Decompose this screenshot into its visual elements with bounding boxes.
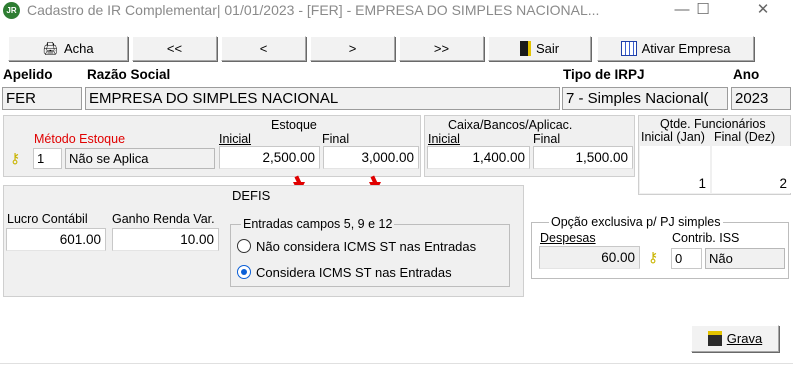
metodo-estoque-label: Método Estoque <box>34 132 126 146</box>
ganho-renda-input[interactable]: 10.00 <box>112 228 219 251</box>
ano-field[interactable]: 2023 <box>731 87 791 110</box>
caixa-title: Caixa/Bancos/Aplicac. <box>448 118 573 132</box>
contrib-iss-label: Contrib. ISS <box>672 231 740 245</box>
funcionarios-inicial-input[interactable]: 1 <box>640 146 710 193</box>
ano-label: Ano <box>733 67 760 82</box>
caixa-final-input[interactable]: 1,500.00 <box>533 146 633 169</box>
contrib-iss-desc: Não <box>705 248 785 269</box>
lookup-key-icon[interactable]: ⚷ <box>648 249 658 266</box>
estoque-final-input[interactable]: 3,000.00 <box>323 146 419 169</box>
considera-radio[interactable] <box>237 265 251 279</box>
exit-door-icon <box>519 41 531 56</box>
window-title: Cadastro de IR Complementar| 01/01/2023 … <box>27 2 600 18</box>
calendar-icon <box>620 41 637 56</box>
razao-social-label: Razão Social <box>87 67 171 82</box>
estoque-inicial-label: Inicial <box>219 132 251 146</box>
lookup-key-icon[interactable]: ⚷ <box>10 150 20 167</box>
lucro-contabil-label: Lucro Contábil <box>7 212 88 226</box>
entradas-legend: Entradas campos 5, 9 e 12 <box>241 217 395 231</box>
status-bar <box>0 363 793 371</box>
nao-considera-label[interactable]: Não considera ICMS ST nas Entradas <box>256 239 476 254</box>
caixa-inicial-label: Inicial <box>428 132 460 146</box>
metodo-estoque-code-input[interactable]: 1 <box>33 148 62 169</box>
defis-title: DEFIS <box>232 188 271 203</box>
first-record-button[interactable]: << <box>132 36 217 61</box>
caixa-inicial-input[interactable]: 1,400.00 <box>427 146 530 169</box>
printer-icon: 🖨 <box>42 40 59 56</box>
tipo-irpj-label: Tipo de IRPJ <box>563 67 645 82</box>
funcionarios-inicial-label: Inicial (Jan) <box>641 130 705 144</box>
acha-button[interactable]: 🖨 Acha <box>8 36 128 61</box>
apelido-field[interactable]: FER <box>2 87 82 110</box>
contrib-iss-code-input[interactable]: 0 <box>671 248 702 269</box>
opcao-legend: Opção exclusiva p/ PJ simples <box>549 215 723 229</box>
apelido-label: Apelido <box>3 67 53 82</box>
grava-button[interactable]: Grava <box>691 325 779 352</box>
maximize-button[interactable]: ☐ <box>680 0 726 22</box>
funcionarios-title: Qtde. Funcionários <box>660 117 766 131</box>
lucro-contabil-input[interactable]: 601.00 <box>6 228 106 251</box>
funcionarios-final-label: Final (Dez) <box>714 130 776 144</box>
prev-record-button[interactable]: < <box>221 36 306 61</box>
close-button[interactable]: ✕ <box>740 0 786 22</box>
ganho-renda-label: Ganho Renda Var. <box>112 212 215 226</box>
save-disk-icon <box>707 331 722 346</box>
estoque-inicial-input[interactable]: 2,500.00 <box>219 146 320 169</box>
tipo-irpj-field[interactable]: 7 - Simples Nacional( <box>562 87 728 110</box>
last-record-button[interactable]: >> <box>399 36 484 61</box>
funcionarios-final-input[interactable]: 2 <box>712 146 791 193</box>
ativar-empresa-button[interactable]: Ativar Empresa <box>597 36 754 61</box>
despesas-label: Despesas <box>540 231 596 245</box>
razao-social-field[interactable]: EMPRESA DO SIMPLES NACIONAL <box>85 87 560 110</box>
next-record-button[interactable]: > <box>310 36 395 61</box>
estoque-final-label: Final <box>322 132 350 146</box>
despesas-input[interactable]: 60.00 <box>539 246 640 269</box>
app-logo-icon: JR <box>3 2 20 19</box>
considera-label[interactable]: Considera ICMS ST nas Entradas <box>256 265 452 280</box>
sair-button[interactable]: Sair <box>488 36 591 61</box>
caixa-final-label: Final <box>533 132 561 146</box>
estoque-title: Estoque <box>271 118 317 132</box>
nao-considera-radio[interactable] <box>237 239 251 253</box>
metodo-estoque-desc: Não se Aplica <box>65 148 215 169</box>
